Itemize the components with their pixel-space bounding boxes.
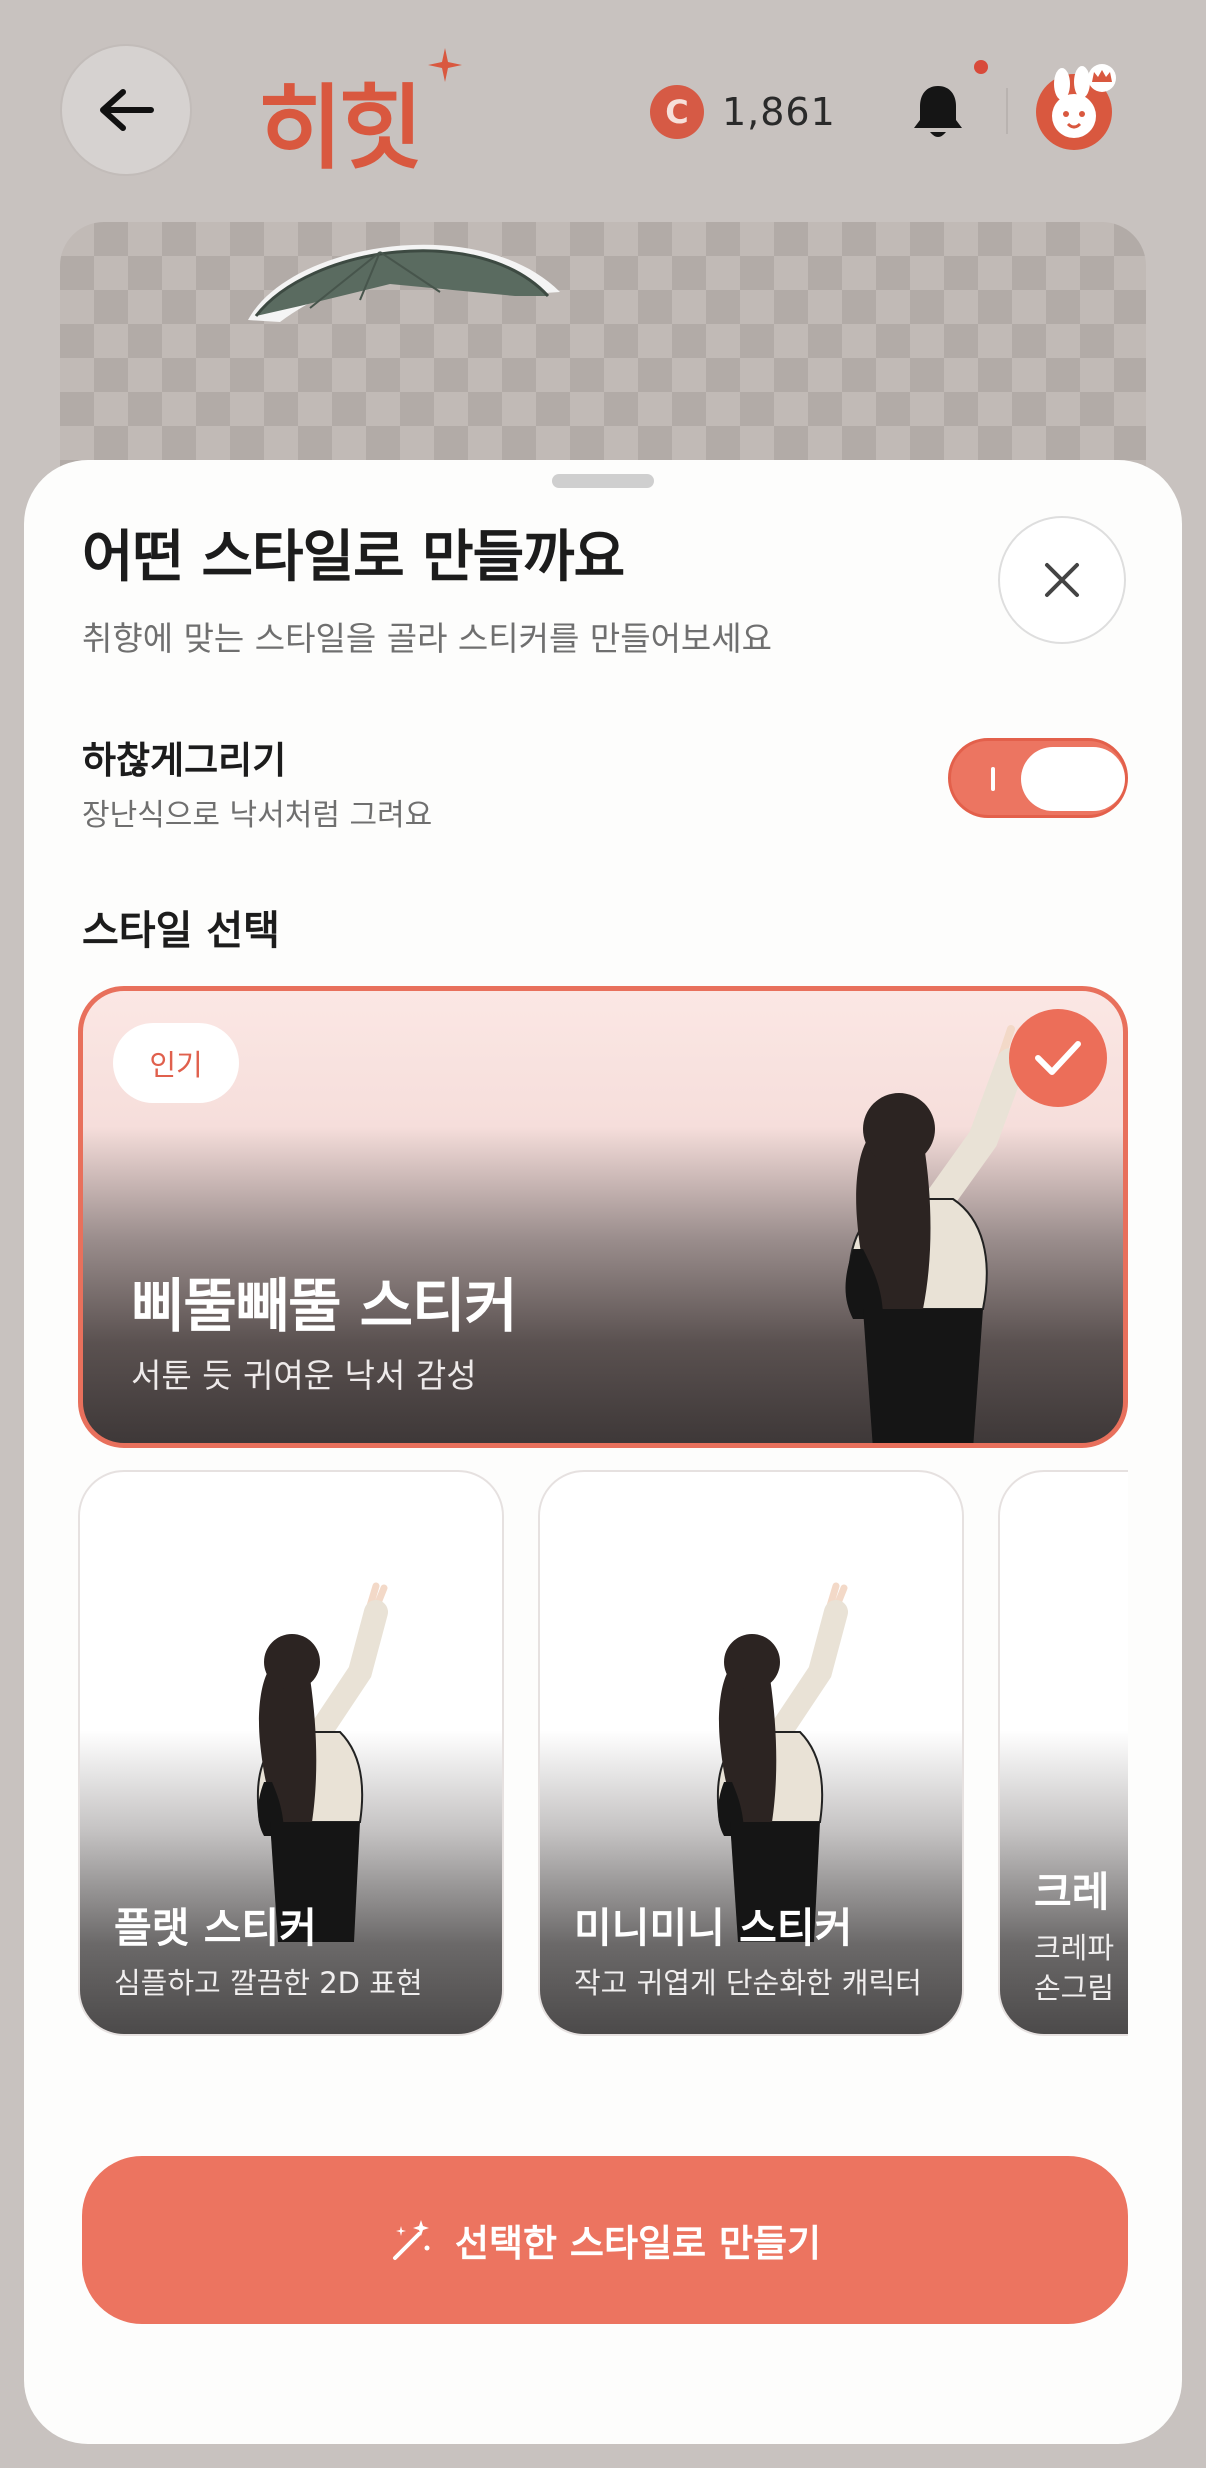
magic-wand-icon [392, 2220, 430, 2260]
featured-style-subtitle: 서툰 듯 귀여운 낙서 감성 [131, 1356, 477, 1395]
style-card-carousel[interactable]: 플랫 스티커 심플하고 깔끔한 2D 표현 미니미니 스티커 작고 귀엽게 단순… [78, 1470, 1128, 2040]
close-icon [1045, 563, 1079, 597]
sheet-grabber[interactable] [552, 474, 654, 488]
arrow-left-icon [100, 89, 154, 131]
app-logo: 히힛 [258, 48, 462, 182]
create-with-style-button[interactable]: 선택한 스타일로 만들기 [82, 2156, 1128, 2324]
style-card-title: 크레 [1034, 1868, 1110, 1916]
coin-balance[interactable]: C 1,861 [650, 84, 836, 140]
bell-icon[interactable] [910, 82, 966, 142]
back-button[interactable] [60, 44, 192, 176]
toggle-on-indicator [991, 767, 995, 791]
style-card-subtitle: 작고 귀엽게 단순화한 캐릭터 [574, 1966, 922, 2000]
style-bottom-sheet: 어떤 스타일로 만들까요 취향에 맞는 스타일을 골라 스티커를 만들어보세요 … [24, 460, 1182, 2444]
style-card-mini[interactable]: 미니미니 스티커 작고 귀엽게 단순화한 캐릭터 [538, 1470, 964, 2036]
create-button-label: 선택한 스타일로 만들기 [454, 2222, 822, 2265]
style-card-crayon[interactable]: 크레 크레파 손그림 [998, 1470, 1128, 2036]
style-card-title: 플랫 스티커 [114, 1904, 317, 1952]
header-divider [1006, 88, 1008, 134]
close-button[interactable] [998, 516, 1126, 644]
coin-count: 1,861 [722, 90, 836, 134]
girl-figure-image [716, 1582, 848, 1942]
doodle-toggle-switch[interactable] [948, 738, 1128, 818]
notification-dot [974, 60, 988, 74]
selected-check-button[interactable] [1009, 1009, 1107, 1107]
style-card-title: 미니미니 스티커 [574, 1904, 853, 1952]
style-card-subtitle: 심플하고 깔끔한 2D 표현 [114, 1966, 423, 2000]
sheet-subtitle: 취향에 맞는 스타일을 골라 스티커를 만들어보세요 [82, 619, 773, 658]
logo-text: 히힛 [258, 75, 423, 182]
style-card-flat[interactable]: 플랫 스티커 심플하고 깔끔한 2D 표현 [78, 1470, 504, 2036]
section-title: 스타일 선택 [82, 908, 280, 954]
popular-badge: 인기 [113, 1023, 239, 1103]
doodle-toggle-label: 하찮게그리기 [82, 739, 287, 782]
sparkle-icon [428, 48, 462, 82]
toggle-knob [1021, 747, 1125, 811]
avatar-icon[interactable] [1034, 62, 1120, 152]
sheet-title: 어떤 스타일로 만들까요 [82, 525, 625, 590]
doodle-toggle-description: 장난식으로 낙서처럼 그려요 [82, 798, 433, 833]
girl-figure-image [256, 1582, 388, 1942]
checkmark-icon [1035, 1041, 1081, 1075]
style-card-featured[interactable]: 인기 삐뚤빼뚤 스티커 서툰 듯 귀여운 낙서 감성 [78, 986, 1128, 1448]
app-header: 히힛 C 1,861 [0, 0, 1206, 220]
featured-style-title: 삐뚤빼뚤 스티커 [131, 1272, 518, 1340]
style-card-subtitle: 크레파 손그림 [1034, 1931, 1115, 2005]
coin-icon: C [650, 85, 704, 139]
